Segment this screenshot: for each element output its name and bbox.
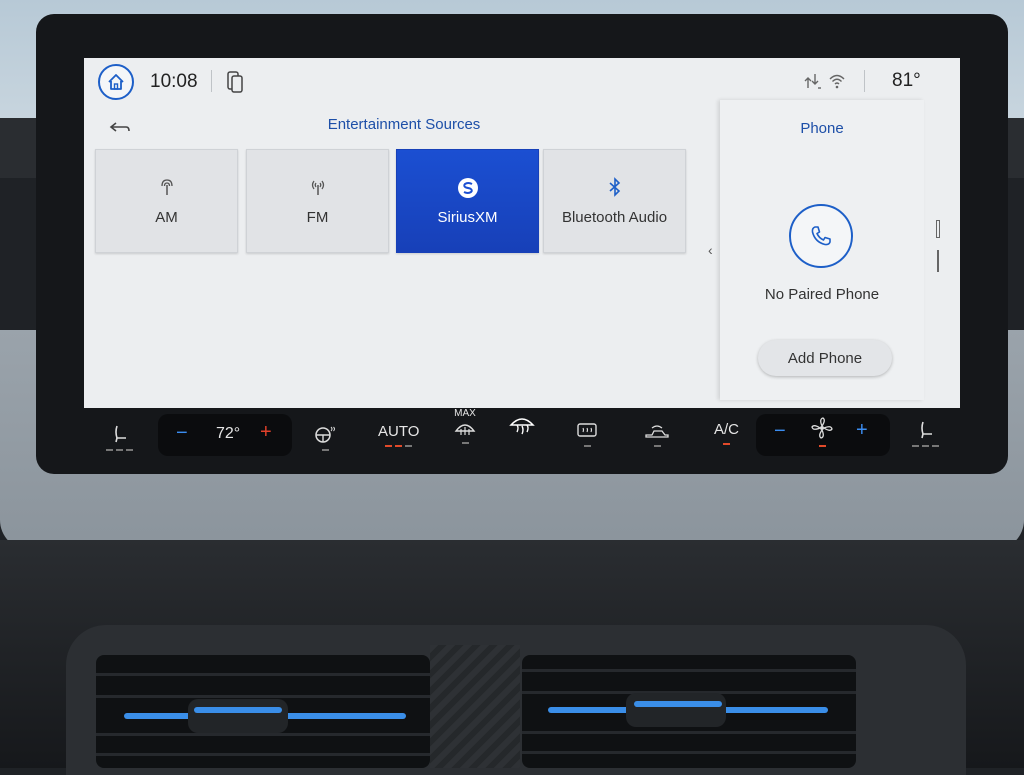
fan-speed-plus[interactable]: +	[856, 419, 868, 442]
driver-seat-heat-button[interactable]	[106, 424, 133, 451]
passenger-seat-heat-button[interactable]	[912, 420, 939, 447]
outside-temperature: 81°	[892, 70, 921, 91]
defrost-airflow-button[interactable]	[508, 412, 536, 440]
phone-card-title: Phone	[800, 120, 844, 137]
status-bar: 10:08 81°	[84, 58, 960, 106]
phone-handset-icon	[811, 226, 831, 246]
ac-button[interactable]: A/C	[714, 421, 739, 445]
ac-label: A/C	[714, 421, 740, 438]
climate-control-bar: − 72° + AUTO MAX A/C − +	[84, 408, 960, 466]
seat-heat-icon	[114, 425, 126, 443]
source-tile-bluetooth-audio[interactable]: Bluetooth Audio	[543, 149, 686, 253]
collapse-chevron-icon[interactable]: ‹	[708, 242, 713, 258]
rear-defrost-icon	[577, 423, 597, 437]
no-paired-phone-text: No Paired Phone	[764, 286, 880, 303]
driver-temp-minus[interactable]: −	[176, 422, 188, 445]
infotainment-screen: 10:08 81° Entertainment Sources AM FM Si…	[84, 58, 960, 408]
source-tile-am[interactable]: AM	[95, 149, 238, 253]
vent-divider	[430, 645, 520, 768]
entertainment-sources-title: Entertainment Sources	[327, 116, 481, 133]
back-arrow-icon[interactable]	[108, 120, 132, 136]
wifi-icon	[829, 74, 845, 89]
status-divider	[211, 70, 212, 92]
clock: 10:08	[150, 71, 198, 92]
phone-projection-icon[interactable]	[226, 70, 244, 94]
driver-temp-value: 72°	[216, 425, 241, 442]
left-vent-knob[interactable]	[188, 699, 288, 733]
fm-antenna-icon	[311, 180, 324, 195]
phone-card: Phone No Paired Phone Add Phone	[720, 100, 924, 400]
rear-defrost-button[interactable]	[576, 422, 598, 447]
seat-heat-icon	[920, 421, 932, 439]
auto-label: AUTO	[378, 423, 420, 440]
left-air-vent[interactable]	[96, 655, 430, 768]
fan-icon	[811, 417, 833, 439]
source-tile-siriusxm[interactable]: SiriusXM	[396, 149, 539, 253]
auto-climate-button[interactable]: AUTO	[378, 423, 419, 447]
status-divider-right	[864, 70, 865, 92]
source-tile-fm[interactable]: FM	[246, 149, 389, 253]
right-air-vent[interactable]	[522, 655, 856, 768]
source-label-bluetooth-audio: Bluetooth Audio	[561, 208, 668, 226]
source-label-fm: FM	[306, 208, 329, 226]
heated-wheel-button[interactable]	[314, 424, 336, 451]
fan-speed-minus[interactable]: −	[774, 420, 786, 443]
bluetooth-icon	[608, 176, 620, 197]
defrost-airflow-icon	[509, 418, 535, 435]
am-antenna-icon	[160, 178, 173, 195]
source-label-am: AM	[155, 208, 178, 226]
siriusxm-icon	[457, 177, 478, 198]
recirculation-icon	[645, 425, 669, 438]
signal-icon	[804, 74, 821, 89]
front-defrost-icon	[454, 424, 476, 435]
phone-call-button[interactable]	[789, 204, 853, 268]
driver-temp-plus[interactable]: +	[260, 421, 272, 444]
right-vent-knob[interactable]	[626, 693, 726, 727]
page-scroll-indicator[interactable]	[936, 220, 940, 278]
max-label: MAX	[454, 408, 476, 419]
source-label-siriusxm: SiriusXM	[437, 208, 498, 226]
home-button[interactable]	[98, 64, 134, 100]
add-phone-button[interactable]: Add Phone	[758, 340, 892, 376]
fan-speed-indicator	[810, 416, 834, 447]
home-icon	[108, 74, 124, 90]
max-defrost-button[interactable]: MAX	[454, 408, 476, 444]
heated-steering-wheel-icon	[315, 426, 335, 443]
recirculation-button[interactable]	[644, 424, 670, 447]
